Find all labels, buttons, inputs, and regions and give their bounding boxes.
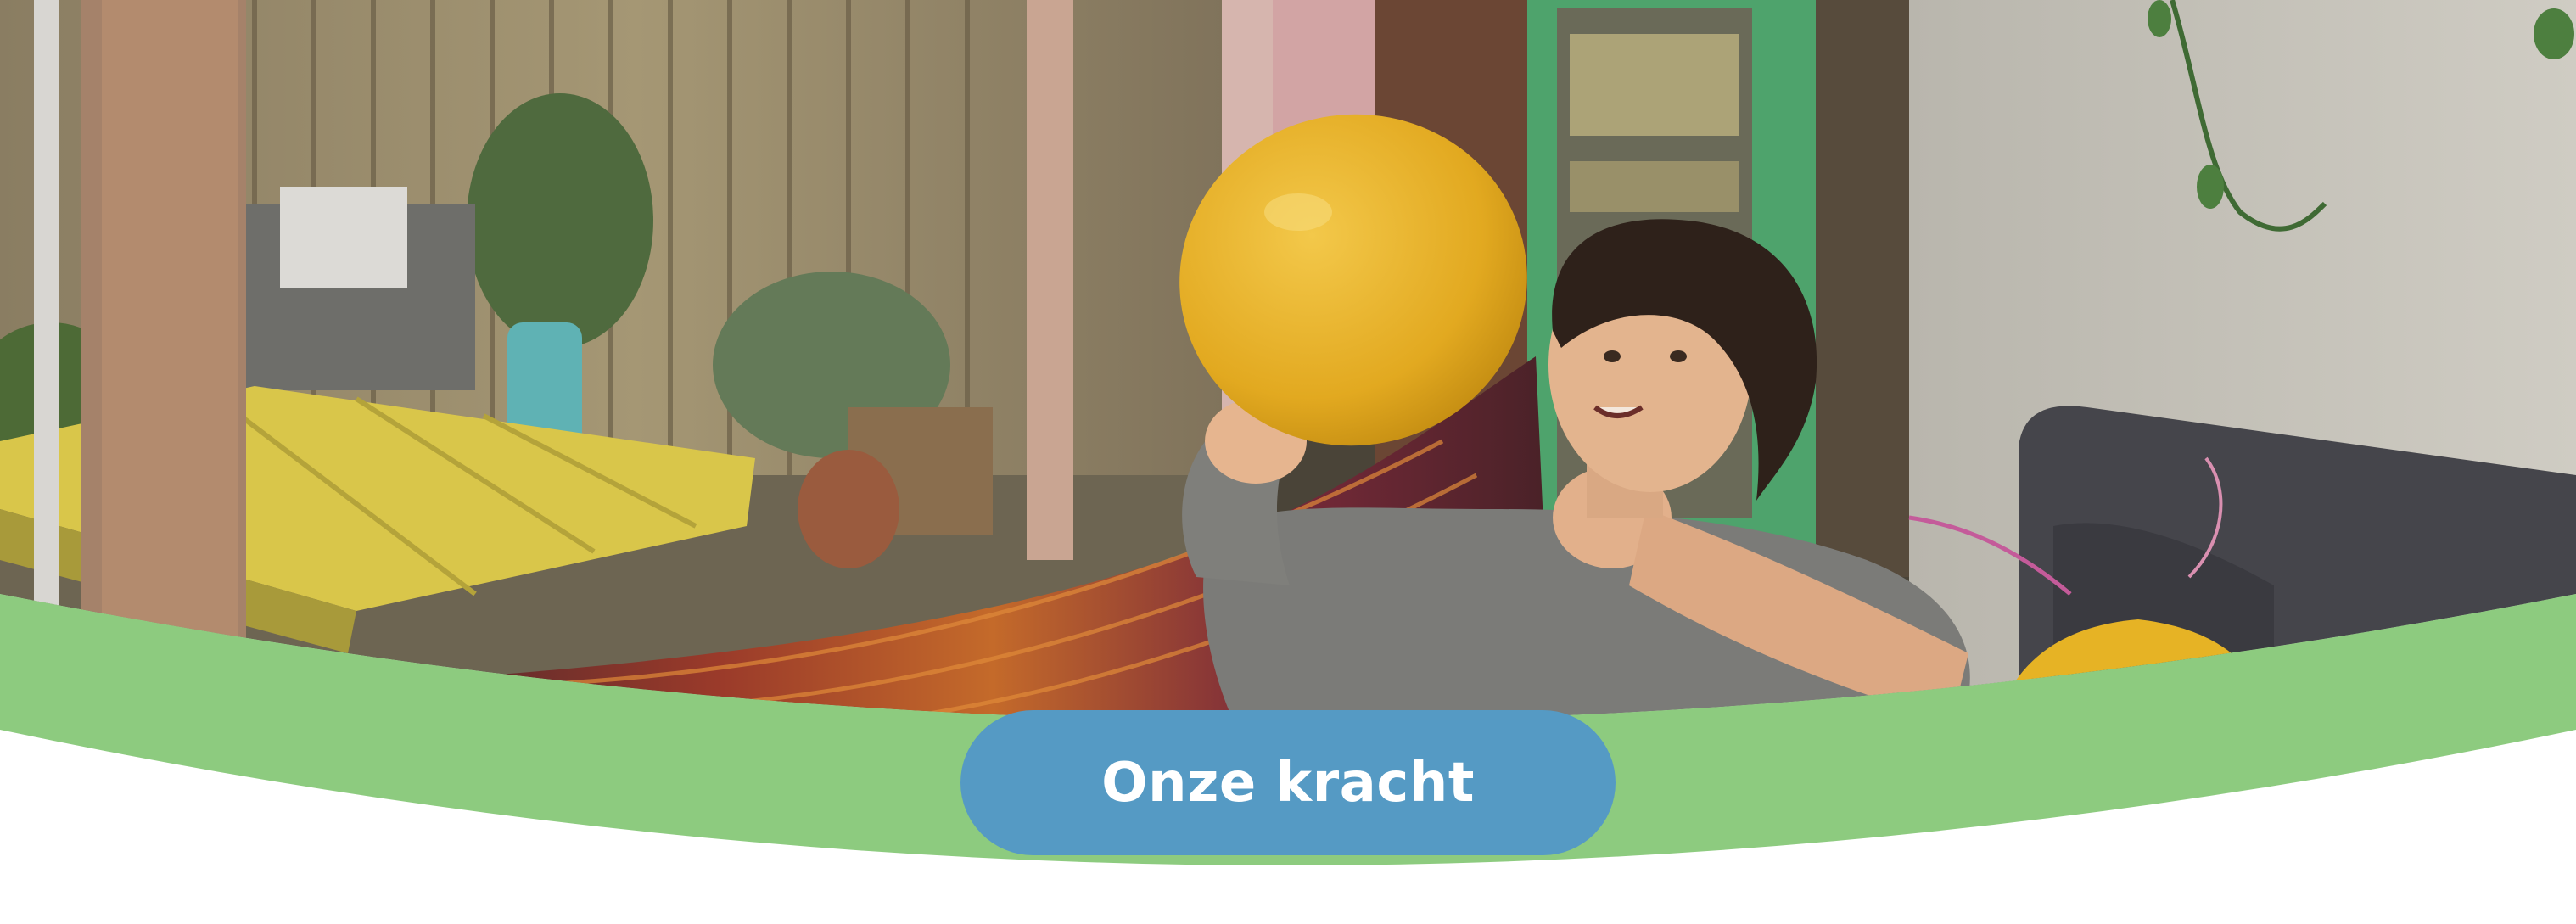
cta-label: Onze kracht: [1101, 751, 1475, 815]
hero-banner: Onze kracht: [0, 0, 2576, 924]
onze-kracht-button[interactable]: Onze kracht: [960, 710, 1616, 855]
